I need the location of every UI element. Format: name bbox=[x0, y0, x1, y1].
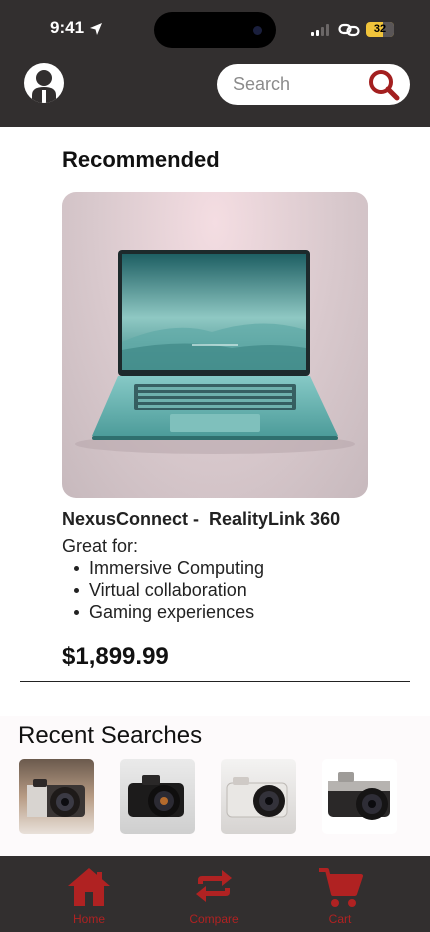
tab-label: Home bbox=[72, 912, 105, 926]
user-icon bbox=[32, 70, 56, 103]
tab-label: Compare bbox=[189, 912, 239, 926]
cart-icon bbox=[319, 868, 363, 907]
search-icon[interactable] bbox=[367, 69, 401, 101]
status-time: 9:41 bbox=[50, 18, 85, 37]
battery-indicator: 32 bbox=[366, 22, 394, 37]
battery-level: 32 bbox=[373, 23, 387, 35]
link-icon bbox=[338, 23, 360, 37]
camera-image bbox=[226, 777, 288, 818]
camera-image bbox=[128, 775, 184, 817]
recent-searches-title: Recent Searches bbox=[18, 722, 203, 749]
great-for-label: Great for: bbox=[62, 536, 139, 556]
recent-search-thumbnail[interactable] bbox=[221, 759, 296, 834]
app-header: 9:41 32 bbox=[0, 0, 430, 127]
feature-item: Virtual collaboration bbox=[73, 579, 264, 601]
product-image[interactable] bbox=[62, 192, 368, 498]
recent-search-thumbnail[interactable] bbox=[120, 759, 195, 834]
home-icon bbox=[68, 868, 110, 906]
recommended-title: Recommended bbox=[62, 147, 220, 172]
recent-search-thumbnail[interactable] bbox=[19, 759, 94, 834]
profile-avatar[interactable] bbox=[24, 63, 64, 103]
tab-compare[interactable]: Compare bbox=[164, 856, 264, 932]
camera-image bbox=[328, 772, 390, 820]
search-input[interactable] bbox=[233, 72, 363, 96]
signal-icon bbox=[311, 24, 329, 36]
recent-search-thumbnail[interactable] bbox=[322, 759, 397, 834]
location-arrow-icon bbox=[90, 23, 102, 35]
feature-item: Immersive Computing bbox=[73, 558, 265, 578]
bottom-tab-bar: Home Compare Cart bbox=[0, 856, 430, 932]
feature-list: Immersive Computing Virtual collaboratio… bbox=[73, 557, 265, 623]
camera-image bbox=[27, 779, 85, 817]
laptop-illustration bbox=[75, 250, 355, 454]
search-bar[interactable] bbox=[217, 64, 410, 105]
compare-icon bbox=[196, 870, 232, 902]
tab-cart[interactable]: Cart bbox=[290, 856, 390, 932]
dynamic-island bbox=[154, 12, 276, 48]
product-price: $1,899.99 bbox=[62, 643, 169, 670]
feature-item: Gaming experiences bbox=[73, 601, 264, 623]
tab-home[interactable]: Home bbox=[39, 856, 139, 932]
tab-label: Cart bbox=[328, 912, 352, 926]
section-divider bbox=[20, 681, 410, 682]
product-name[interactable]: NexusConnect - RealityLink 360 bbox=[62, 509, 340, 530]
camera-dot bbox=[253, 26, 262, 35]
